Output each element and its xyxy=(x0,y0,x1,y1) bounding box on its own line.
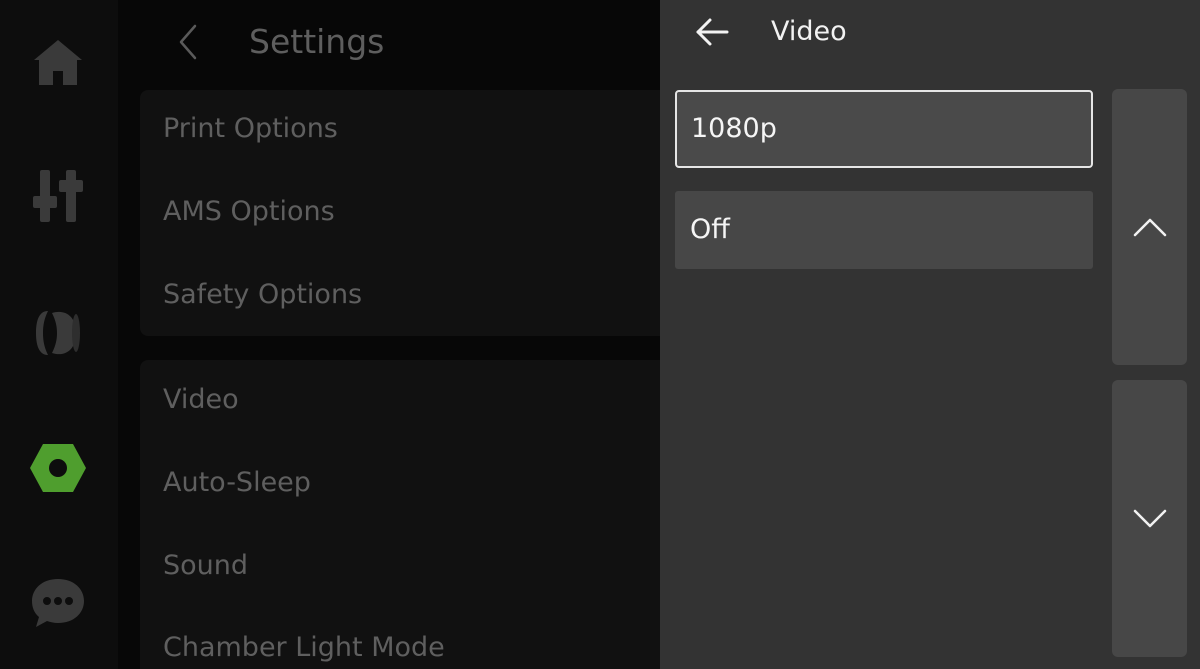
scroll-up-button[interactable] xyxy=(1112,89,1187,365)
arrow-left-icon xyxy=(696,18,729,46)
nav-filament-button[interactable] xyxy=(18,293,98,373)
video-option-off[interactable]: Off xyxy=(675,191,1093,269)
settings-item-chamber-light-mode[interactable]: Chamber Light Mode xyxy=(163,628,445,668)
nav-settings-button[interactable] xyxy=(18,428,98,508)
sliders-icon xyxy=(33,170,83,222)
settings-item-auto-sleep[interactable]: Auto-Sleep xyxy=(163,463,311,503)
home-icon xyxy=(34,40,82,85)
settings-item-safety-options[interactable]: Safety Options xyxy=(163,275,362,315)
video-panel-title: Video xyxy=(771,16,847,47)
settings-back-button[interactable] xyxy=(168,20,208,64)
nav-messages-button[interactable] xyxy=(18,563,98,643)
nav-rail xyxy=(0,0,118,669)
video-back-button[interactable] xyxy=(688,10,736,54)
chevron-left-icon xyxy=(179,24,197,60)
settings-title: Settings xyxy=(249,22,385,61)
hex-nut-icon xyxy=(30,444,86,492)
settings-group-print: Print Options AMS Options Safety Options xyxy=(140,90,680,336)
screen: Settings Print Options AMS Options Safet… xyxy=(0,0,1200,669)
settings-item-print-options[interactable]: Print Options xyxy=(163,109,338,149)
settings-group-device: Video Auto-Sleep Sound Chamber Light Mod… xyxy=(140,360,680,669)
settings-item-ams-options[interactable]: AMS Options xyxy=(163,192,335,232)
scroll-down-button[interactable] xyxy=(1112,380,1187,657)
nav-controls-button[interactable] xyxy=(18,156,98,236)
settings-item-sound[interactable]: Sound xyxy=(163,546,248,586)
settings-item-video[interactable]: Video xyxy=(163,380,239,420)
video-panel: Video 1080p Off xyxy=(660,0,1200,669)
chevron-down-icon xyxy=(1133,509,1166,527)
filament-spool-icon xyxy=(36,311,80,355)
chat-bubble-icon xyxy=(32,579,84,627)
settings-page: Settings Print Options AMS Options Safet… xyxy=(118,0,680,669)
video-option-1080p[interactable]: 1080p xyxy=(675,90,1093,168)
settings-header: Settings xyxy=(118,0,660,84)
nav-home-button[interactable] xyxy=(18,22,98,102)
chevron-up-icon xyxy=(1133,218,1166,237)
